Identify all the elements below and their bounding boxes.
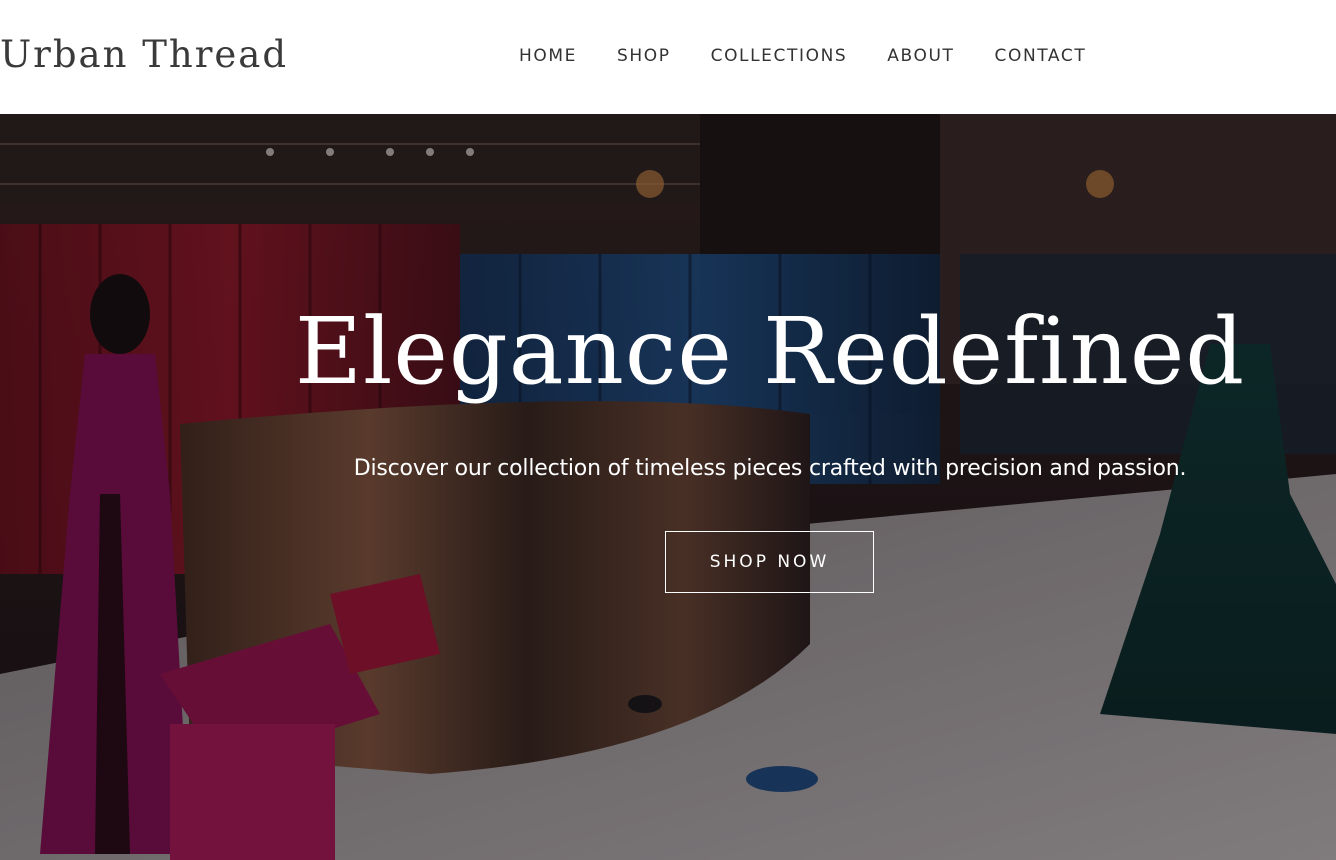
site-header: Urban Thread HOME SHOP COLLECTIONS ABOUT… (0, 0, 1336, 114)
nav-link-shop[interactable]: SHOP (617, 44, 671, 68)
main-nav: HOME SHOP COLLECTIONS ABOUT CONTACT (519, 44, 1086, 68)
site-logo[interactable]: Urban Thread (0, 30, 288, 80)
hero-title: Elegance Redefined (294, 298, 1246, 405)
nav-link-about[interactable]: ABOUT (887, 44, 954, 68)
hero-subtitle: Discover our collection of timeless piec… (353, 456, 1187, 481)
hero-dark-overlay (0, 114, 1336, 860)
hero-section: Elegance Redefined Discover our collecti… (0, 114, 1336, 860)
nav-link-home[interactable]: HOME (519, 44, 577, 68)
shop-now-button[interactable]: SHOP NOW (665, 531, 874, 593)
nav-link-collections[interactable]: COLLECTIONS (711, 44, 848, 68)
nav-link-contact[interactable]: CONTACT (995, 44, 1087, 68)
